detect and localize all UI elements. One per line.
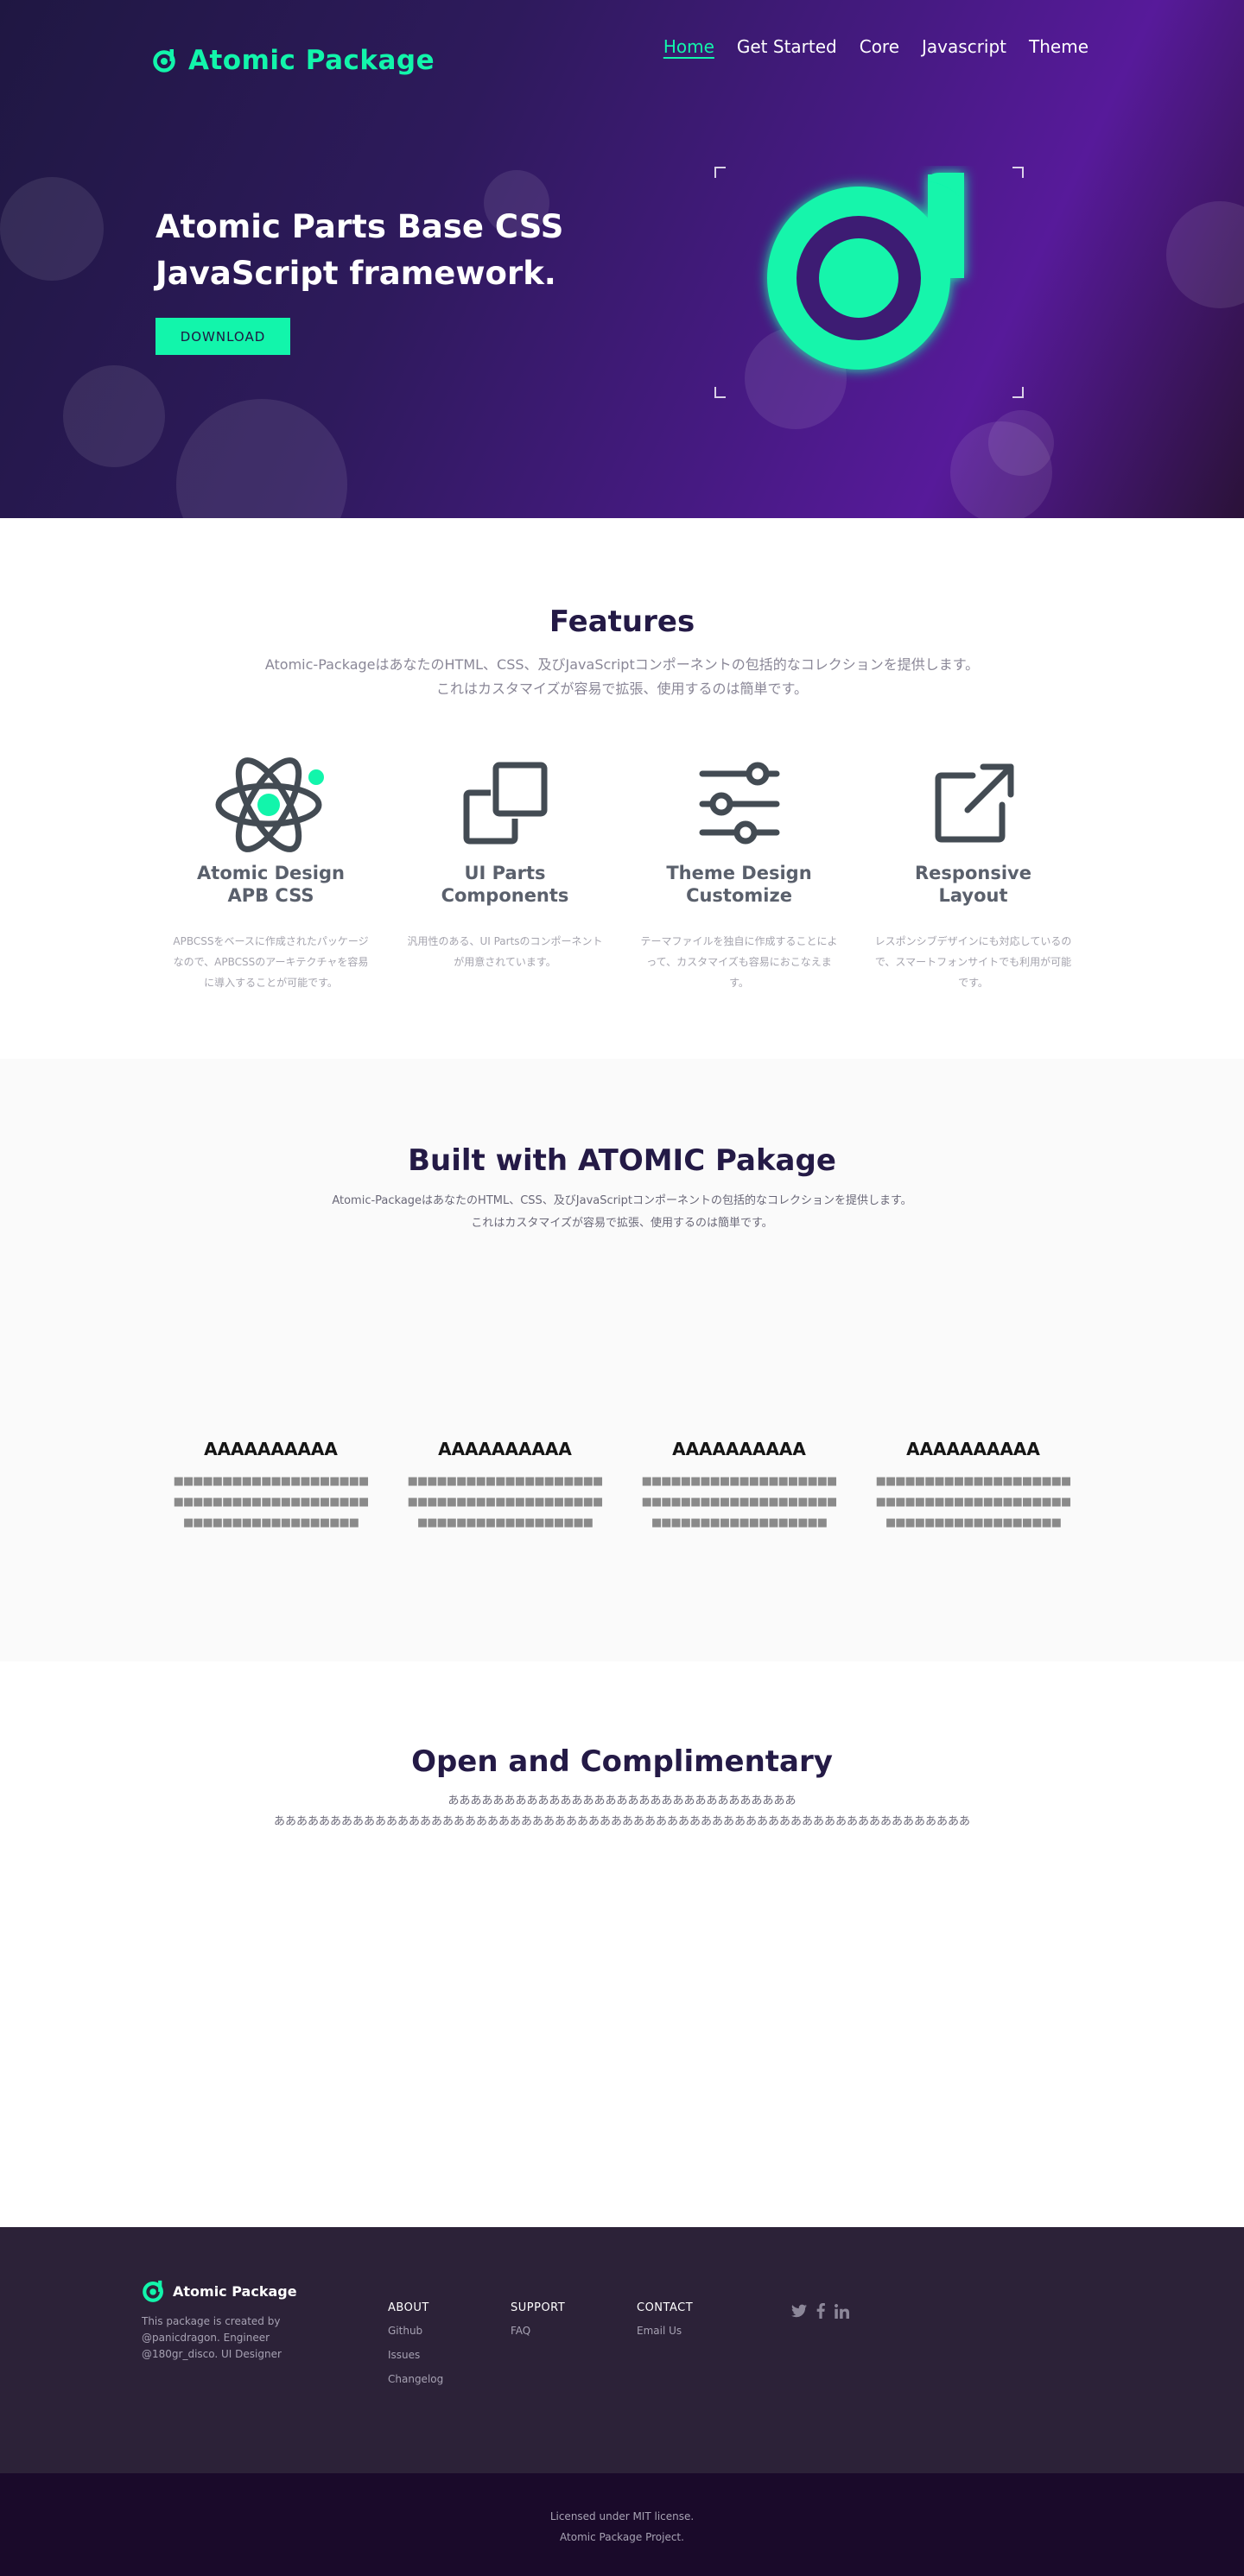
linkedin-icon[interactable]: [835, 2303, 849, 2319]
download-button[interactable]: DOWNLOAD: [156, 318, 290, 355]
feature-grid: Atomic Design APB CSS APBCSSをベースに作成されたパッ…: [0, 746, 1244, 993]
built-card: AAAAAAAAAA ■■■■■■■■■■■■■■■■■■■■■■■■■■■■■…: [154, 1439, 388, 1534]
built-section: Built with ATOMIC Pakage Atomic-Packageは…: [0, 1059, 1244, 1661]
decor-bubble: [0, 177, 104, 281]
footer-col-about: ABOUT Github Issues Changelog: [388, 2301, 443, 2387]
footer-logo[interactable]: Atomic Package: [142, 2279, 297, 2303]
copy-icon: [463, 762, 547, 845]
built-card: AAAAAAAAAA ■■■■■■■■■■■■■■■■■■■■■■■■■■■■■…: [856, 1439, 1090, 1534]
decor-bubble: [63, 365, 165, 467]
footer-link-github[interactable]: Github: [388, 2324, 443, 2339]
feature-title: UI Parts Components: [388, 862, 622, 907]
built-card-title: AAAAAAAAAA: [906, 1439, 1040, 1459]
decor-bubble: [1166, 201, 1244, 308]
hero: Atomic Package Home Get Started Core Jav…: [0, 0, 1244, 518]
nav-home[interactable]: Home: [663, 36, 714, 57]
nav-theme[interactable]: Theme: [1029, 36, 1088, 57]
footer-brand-name: Atomic Package: [173, 2282, 297, 2300]
hero-logo-illustration: [714, 167, 1024, 398]
built-card-title: AAAAAAAAAA: [672, 1439, 806, 1459]
nav-javascript[interactable]: Javascript: [922, 36, 1006, 57]
feature-card: UI Parts Components 汎用性のある、UI Partsのコンポー…: [388, 746, 622, 993]
sliders-icon: [699, 762, 779, 845]
nav-get-started[interactable]: Get Started: [737, 36, 837, 57]
footer-link-faq[interactable]: FAQ: [511, 2324, 565, 2339]
built-card: AAAAAAAAAA ■■■■■■■■■■■■■■■■■■■■■■■■■■■■■…: [622, 1439, 856, 1534]
built-desc: Atomic-PackageはあなたのHTML、CSS、及びJavaScript…: [0, 1190, 1244, 1235]
footer-col-contact: CONTACT Email Us: [637, 2301, 693, 2339]
open-desc: あああああああああああああああああああああああああああああああ ああああああああ…: [0, 1791, 1244, 1832]
built-card-text: ■■■■■■■■■■■■■■■■■■■■■■■■■■■■■■■■■■■■■■■■…: [875, 1475, 1072, 1529]
footer: Atomic Package This package is created b…: [0, 2227, 1244, 2473]
feature-title-line1: Theme Design: [666, 863, 812, 883]
features-title: Features: [549, 604, 695, 639]
hero-title-line2: JavaScript framework.: [156, 255, 556, 292]
twitter-icon[interactable]: [791, 2304, 807, 2318]
brand-logo[interactable]: Atomic Package: [152, 45, 435, 76]
footer-link-issues[interactable]: Issues: [388, 2348, 443, 2363]
atomic-logo-icon: [153, 49, 175, 73]
feature-title: Theme Design Customize: [622, 862, 856, 907]
license-line1: Licensed under MIT license.: [549, 2510, 695, 2522]
footer-social: [791, 2303, 849, 2319]
open-desc-line2: ああああああああああああああああああああああああああああああああああああああああ…: [273, 1815, 970, 1828]
feature-title-line2: Customize: [686, 885, 792, 906]
built-title: Built with ATOMIC Pakage: [408, 1143, 836, 1178]
feature-title: Responsive Layout: [856, 862, 1090, 907]
nav-core[interactable]: Core: [860, 36, 899, 57]
decor-bubble: [988, 410, 1054, 476]
feature-title: Atomic Design APB CSS: [154, 862, 388, 907]
feature-text: APBCSSをベースに作成されたパッケージなので、APBCSSのアーキテクチャを…: [173, 935, 369, 989]
feature-title-line2: Layout: [938, 885, 1008, 906]
footer-desc: This package is created by @panicdragon.…: [142, 2315, 282, 2360]
main-nav: Home Get Started Core Javascript Theme: [663, 36, 1088, 57]
external-link-icon: [935, 763, 1013, 843]
built-card-text: ■■■■■■■■■■■■■■■■■■■■■■■■■■■■■■■■■■■■■■■■…: [641, 1475, 838, 1529]
built-card: AAAAAAAAAA ■■■■■■■■■■■■■■■■■■■■■■■■■■■■■…: [388, 1439, 622, 1534]
footer-col-title: CONTACT: [637, 2301, 694, 2314]
open-section: Open and Complimentary あああああああああああああああああ…: [0, 1661, 1244, 2227]
built-card-text: ■■■■■■■■■■■■■■■■■■■■■■■■■■■■■■■■■■■■■■■■…: [173, 1475, 370, 1529]
license-line2: Atomic Package Project.: [560, 2531, 684, 2543]
feature-text: 汎用性のある、UI Partsのコンポーネントが用意されています。: [407, 935, 603, 968]
license-bar: Licensed under MIT license. Atomic Packa…: [0, 2473, 1244, 2576]
feature-title-line2: APB CSS: [227, 885, 314, 906]
decor-bubble: [176, 399, 347, 518]
footer-link-changelog[interactable]: Changelog: [388, 2372, 443, 2387]
hero-title: Atomic Parts Base CSS JavaScript framewo…: [156, 204, 605, 297]
open-desc-line1: あああああああああああああああああああああああああああああああ: [447, 1794, 797, 1807]
footer-link-email[interactable]: Email Us: [637, 2324, 693, 2339]
feature-card: Responsive Layout レスポンシブデザインにも対応しているので、ス…: [856, 746, 1090, 993]
features-desc: Atomic-PackageはあなたのHTML、CSS、及びJavaScript…: [0, 653, 1244, 701]
features-desc-line2: これはカスタマイズが容易で拡張、使用するのは簡単です。: [436, 680, 808, 697]
feature-title-line1: UI Parts: [464, 863, 546, 883]
feature-title-line1: Atomic Design: [197, 863, 345, 883]
feature-card: Theme Design Customize テーマファイルを独自に作成すること…: [622, 746, 856, 993]
feature-text: テーマファイルを独自に作成することによって、カスタマイズも容易におこなえます。: [640, 935, 838, 989]
brand-name: Atomic Package: [188, 45, 435, 76]
open-title: Open and Complimentary: [411, 1744, 833, 1779]
footer-col-title: SUPPORT: [511, 2301, 566, 2314]
footer-brand: Atomic Package This package is created b…: [142, 2279, 297, 2363]
footer-col-support: SUPPORT FAQ: [511, 2301, 565, 2339]
built-desc-line1: Atomic-PackageはあなたのHTML、CSS、及びJavaScript…: [332, 1194, 912, 1207]
built-card-title: AAAAAAAAAA: [204, 1439, 338, 1459]
built-card-title: AAAAAAAAAA: [438, 1439, 572, 1459]
feature-title-line1: Responsive: [915, 863, 1031, 883]
facebook-icon[interactable]: [816, 2303, 826, 2319]
footer-col-title: ABOUT: [388, 2301, 429, 2314]
built-desc-line2: これはカスタマイズが容易で拡張、使用するのは簡単です。: [471, 1217, 773, 1230]
feature-text: レスポンシブデザインにも対応しているので、スマートフォンサイトでも利用が可能です…: [874, 935, 1072, 989]
features-desc-line1: Atomic-PackageはあなたのHTML、CSS、及びJavaScript…: [264, 656, 980, 673]
feature-card: Atomic Design APB CSS APBCSSをベースに作成されたパッ…: [154, 746, 388, 993]
atomic-logo-icon: [143, 2280, 163, 2302]
atom-icon: [215, 757, 324, 852]
built-card-text: ■■■■■■■■■■■■■■■■■■■■■■■■■■■■■■■■■■■■■■■■…: [407, 1475, 604, 1529]
hero-title-line1: Atomic Parts Base CSS: [156, 208, 564, 245]
feature-title-line2: Components: [441, 885, 569, 906]
built-grid: AAAAAAAAAA ■■■■■■■■■■■■■■■■■■■■■■■■■■■■■…: [0, 1439, 1244, 1534]
features-section: Features Atomic-PackageはあなたのHTML、CSS、及びJ…: [0, 518, 1244, 1059]
